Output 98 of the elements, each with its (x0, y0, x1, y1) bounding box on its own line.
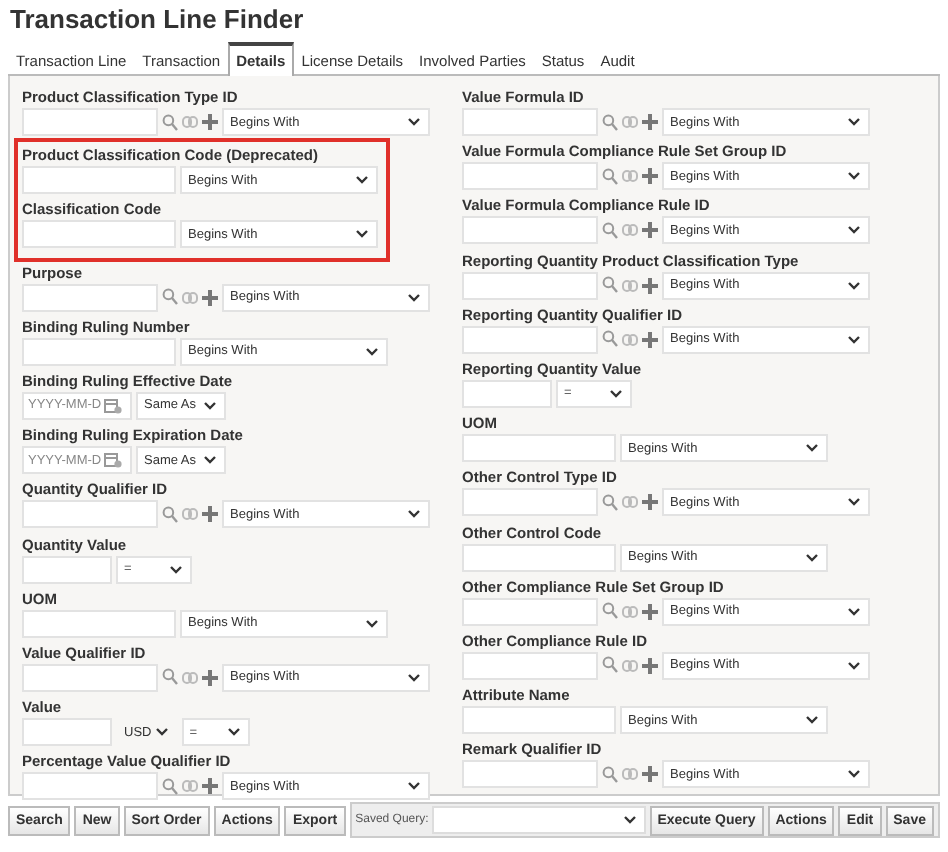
caret-icon (356, 230, 368, 239)
caret-icon (848, 118, 860, 126)
caret-icon (848, 335, 860, 344)
link-icon[interactable] (182, 508, 198, 521)
search-icon[interactable] (162, 777, 178, 796)
link-icon[interactable] (622, 496, 638, 509)
caret-icon (155, 728, 168, 737)
search-icon[interactable] (602, 113, 618, 131)
plus-icon[interactable] (202, 669, 218, 686)
plus-icon[interactable] (642, 114, 658, 130)
search-icon[interactable] (162, 668, 178, 687)
caret-icon (806, 716, 818, 725)
input-field[interactable] (462, 216, 598, 245)
input-field[interactable] (22, 166, 176, 195)
caret-icon (806, 444, 818, 453)
link-icon[interactable] (622, 333, 638, 346)
input-field[interactable] (22, 772, 158, 801)
plus-icon[interactable] (202, 506, 218, 523)
search-icon[interactable] (602, 602, 618, 621)
plus-icon[interactable] (642, 222, 658, 239)
search-icon[interactable] (162, 505, 178, 524)
input-field[interactable] (22, 108, 158, 136)
plus-icon[interactable] (202, 778, 218, 795)
window-title: Transaction Line Finder (8, 4, 306, 38)
plus-icon[interactable] (642, 657, 658, 674)
plus-icon[interactable] (642, 494, 658, 511)
input-field[interactable] (462, 760, 598, 789)
plus-icon[interactable] (202, 114, 218, 130)
caret-icon (623, 816, 636, 824)
caret-icon (227, 728, 240, 737)
caret-icon (356, 176, 368, 185)
search-icon[interactable] (602, 221, 618, 240)
caret-icon (204, 456, 216, 465)
input-field[interactable] (22, 500, 158, 529)
input-field[interactable] (462, 379, 552, 408)
caret-icon (408, 510, 420, 519)
caret-icon (408, 782, 420, 791)
plus-icon[interactable] (642, 331, 658, 348)
link-icon[interactable] (622, 116, 638, 128)
link-icon[interactable] (622, 224, 638, 237)
caret-icon (848, 172, 860, 181)
search-icon[interactable] (602, 330, 618, 349)
input-field[interactable] (22, 609, 176, 638)
caret-icon (170, 565, 182, 573)
link-icon[interactable] (622, 170, 638, 183)
calendar-icon[interactable] (103, 397, 122, 414)
plus-icon[interactable] (642, 603, 658, 620)
input-field[interactable] (462, 543, 616, 571)
input-field[interactable] (22, 283, 158, 312)
search-icon[interactable] (602, 276, 618, 295)
caret-icon (408, 293, 420, 302)
search-icon[interactable] (602, 167, 618, 186)
saved-query-select[interactable] (432, 806, 646, 834)
search-icon[interactable] (602, 493, 618, 512)
link-icon[interactable] (622, 605, 638, 618)
caret-icon (848, 661, 860, 670)
input-field[interactable] (462, 434, 616, 463)
input-field[interactable] (462, 651, 598, 680)
caret-icon (848, 281, 860, 290)
input-field[interactable] (22, 220, 176, 249)
plus-icon[interactable] (642, 168, 658, 185)
input-field[interactable] (22, 555, 112, 583)
input-field[interactable] (22, 663, 158, 692)
link-icon[interactable] (182, 116, 198, 128)
caret-icon (848, 226, 860, 235)
input-field[interactable] (462, 162, 598, 191)
input-field[interactable] (22, 337, 176, 366)
input-field[interactable] (462, 325, 598, 354)
caret-icon (408, 673, 420, 682)
caret-icon (366, 619, 378, 628)
plus-icon[interactable] (642, 277, 658, 294)
search-icon[interactable] (162, 113, 178, 131)
input-field[interactable] (462, 271, 598, 300)
plus-icon[interactable] (642, 766, 658, 783)
link-icon[interactable] (182, 780, 198, 793)
link-icon[interactable] (182, 671, 198, 684)
search-icon[interactable] (602, 765, 618, 784)
caret-icon (610, 389, 622, 398)
caret-icon (408, 118, 420, 126)
search-icon[interactable] (602, 656, 618, 675)
caret-icon (366, 347, 378, 356)
input-field[interactable] (462, 108, 598, 136)
link-icon[interactable] (622, 659, 638, 672)
link-icon[interactable] (622, 279, 638, 292)
caret-icon (204, 401, 216, 410)
search-icon[interactable] (162, 288, 178, 307)
plus-icon[interactable] (202, 289, 218, 306)
input-field[interactable] (22, 718, 112, 747)
input-field[interactable] (462, 597, 598, 626)
link-icon[interactable] (182, 291, 198, 304)
calendar-icon[interactable] (103, 452, 122, 469)
link-icon[interactable] (622, 768, 638, 781)
input-field[interactable] (462, 488, 598, 517)
caret-icon (848, 770, 860, 779)
caret-icon (848, 607, 860, 616)
input-field[interactable] (462, 706, 616, 735)
caret-icon (848, 498, 860, 507)
caret-icon (806, 553, 818, 561)
